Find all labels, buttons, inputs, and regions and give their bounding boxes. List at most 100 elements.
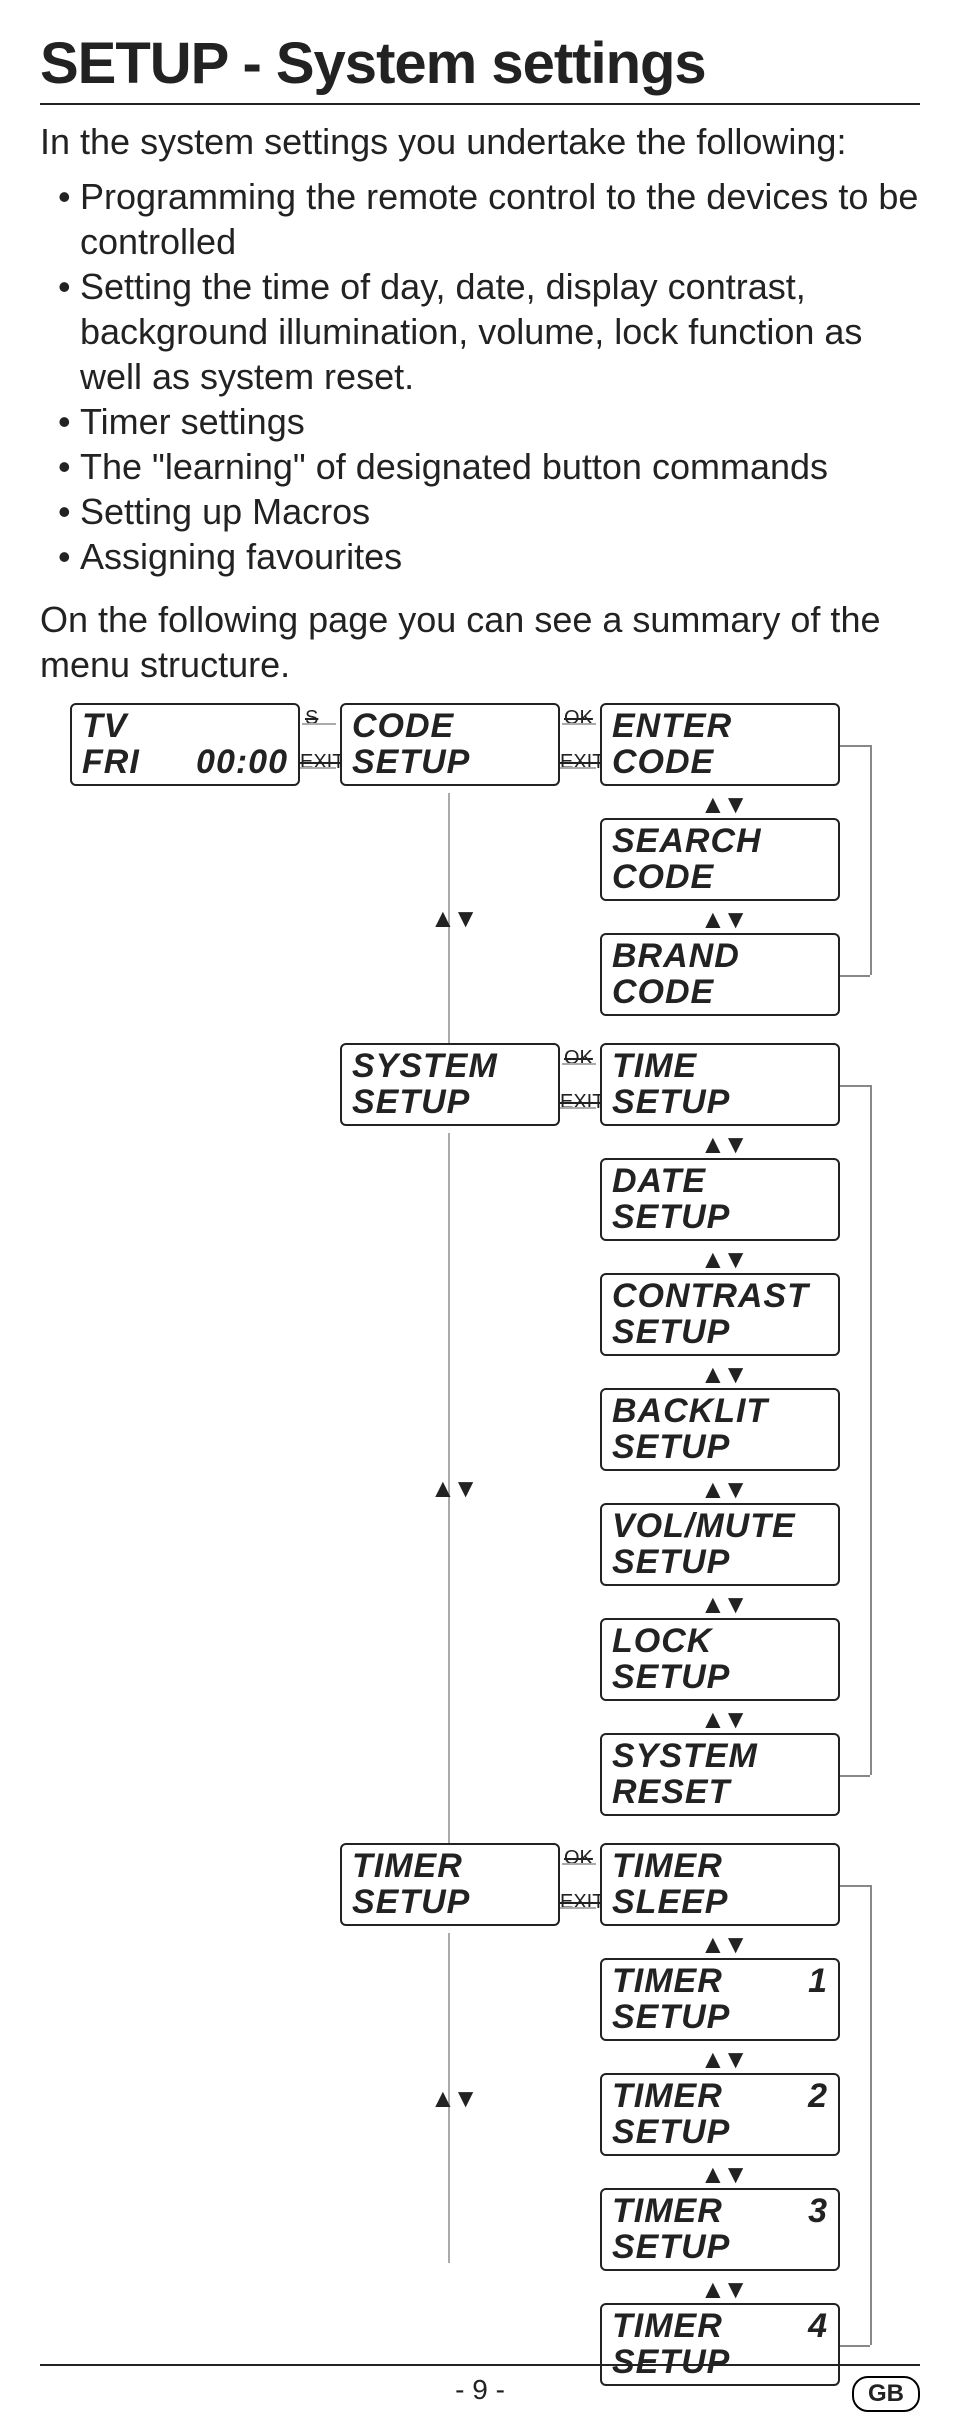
- lcd-l1: SEARCH: [612, 824, 762, 860]
- lcd-l2: RESET: [612, 1775, 730, 1811]
- lcd-backlit-setup: BACKLIT SETUP: [600, 1388, 840, 1471]
- footer-rule: [40, 2364, 920, 2366]
- arrow: [560, 1907, 596, 1909]
- lcd-timer-4: TIMER 4 SETUP: [600, 2303, 840, 2386]
- return-line: [840, 745, 870, 747]
- lcd-l1: TIMER: [612, 2194, 723, 2230]
- lcd-l2: SETUP: [612, 2230, 730, 2266]
- lcd-l1: TIMER: [612, 1964, 723, 2000]
- lcd-contrast-setup: CONTRAST SETUP: [600, 1273, 840, 1356]
- updown-icon: ▲▼: [700, 1359, 740, 1390]
- intro-text: In the system settings you undertake the…: [40, 119, 920, 164]
- lcd-timer-1: TIMER 1 SETUP: [600, 1958, 840, 2041]
- lcd-system-setup: SYSTEM SETUP: [340, 1043, 560, 1126]
- return-line: [840, 975, 870, 977]
- lcd-l1: LOCK: [612, 1624, 712, 1660]
- lcd-l1: BACKLIT: [612, 1394, 768, 1430]
- lcd-l2: SETUP: [612, 1545, 730, 1581]
- lcd-l1: DATE: [612, 1164, 706, 1200]
- page-number: - 9 -: [455, 2374, 505, 2406]
- timer-number: 4: [778, 2309, 828, 2345]
- lcd-l1: BRAND: [612, 939, 740, 975]
- return-line: [870, 745, 872, 975]
- lcd-l1: TIMER: [612, 2309, 723, 2345]
- lcd-time-setup: TIME SETUP: [600, 1043, 840, 1126]
- updown-icon: ▲▼: [700, 1244, 740, 1275]
- arrow: [562, 723, 596, 725]
- lcd-l1: SYSTEM: [612, 1739, 758, 1775]
- lcd-l1: CONTRAST: [612, 1279, 809, 1315]
- lcd-l2: SETUP: [612, 2115, 730, 2151]
- lcd-l2: SETUP: [612, 2000, 730, 2036]
- lcd-l2: SETUP: [612, 2345, 730, 2381]
- lcd-timer-2: TIMER2 SETUP: [600, 2073, 840, 2156]
- menu-diagram: TV FRI 00:00 S EXIT CODE SETUP OK EXIT E…: [40, 703, 920, 2403]
- timer-number: 1: [778, 1964, 828, 2000]
- updown-icon: ▲▼: [430, 2083, 470, 2114]
- arrow: [560, 1107, 596, 1109]
- lcd-l2: SETUP: [612, 1660, 730, 1696]
- lcd-timer-sleep: TIMER SLEEP: [600, 1843, 840, 1926]
- updown-icon: ▲▼: [430, 903, 470, 934]
- return-line: [870, 1885, 872, 2345]
- timer-number: 2: [778, 2079, 828, 2115]
- lcd-l2: SETUP: [352, 1085, 470, 1121]
- lcd-l1: TIME: [612, 1049, 697, 1085]
- root-l1: TV: [82, 709, 127, 745]
- lcd-l1: SYSTEM: [352, 1049, 498, 1085]
- return-line: [870, 1085, 872, 1775]
- lcd-l2: SLEEP: [612, 1885, 728, 1921]
- lcd-l2: SETUP: [612, 1200, 730, 1236]
- arrow-label-ok: OK: [564, 1847, 593, 1870]
- updown-icon: ▲▼: [700, 2274, 740, 2305]
- lcd-l2: SETUP: [612, 1430, 730, 1466]
- updown-icon: ▲▼: [700, 2044, 740, 2075]
- lcd-l1: TIMER: [352, 1849, 463, 1885]
- lcd-timer-3: TIMER 3 SETUP: [600, 2188, 840, 2271]
- bullet-list: Programming the remote control to the de…: [40, 174, 920, 579]
- lcd-search-code: SEARCH CODE: [600, 818, 840, 901]
- arrow: [562, 1063, 596, 1065]
- lcd-l2: CODE: [612, 745, 714, 781]
- lcd-l1: CODE: [352, 709, 454, 745]
- updown-icon: ▲▼: [700, 2159, 740, 2190]
- arrow-label-exit: EXIT: [560, 751, 604, 774]
- lcd-code-setup: CODE SETUP: [340, 703, 560, 786]
- updown-icon: ▲▼: [700, 1589, 740, 1620]
- header-rule: [40, 103, 920, 105]
- arrow-label-ok: OK: [564, 707, 593, 730]
- updown-icon: ▲▼: [700, 1929, 740, 1960]
- lcd-l2: CODE: [612, 860, 714, 896]
- root-day: FRI: [82, 745, 140, 781]
- arrow-label-exit: EXIT: [560, 1091, 604, 1114]
- return-line: [840, 2345, 870, 2347]
- arrow: [300, 767, 336, 769]
- list-item: Setting the time of day, date, display c…: [58, 264, 920, 399]
- lcd-l2: SETUP: [612, 1085, 730, 1121]
- page-title: SETUP - System settings: [40, 30, 920, 97]
- return-line: [840, 1775, 870, 1777]
- arrow: [302, 723, 336, 725]
- list-item: Setting up Macros: [58, 489, 920, 534]
- timer-number: 3: [778, 2194, 828, 2230]
- list-item: Programming the remote control to the de…: [58, 174, 920, 264]
- lcd-l1: VOL/MUTE: [612, 1509, 796, 1545]
- arrow-label-s: S: [305, 707, 318, 730]
- lcd-timer-setup: TIMER SETUP: [340, 1843, 560, 1926]
- lcd-date-setup: DATE SETUP: [600, 1158, 840, 1241]
- root-time: 00:00: [196, 745, 288, 781]
- updown-icon: ▲▼: [700, 1704, 740, 1735]
- list-item: Assigning favourites: [58, 534, 920, 579]
- return-line: [840, 1885, 870, 1887]
- lcd-l2: SETUP: [352, 1885, 470, 1921]
- lcd-l2: SETUP: [352, 745, 470, 781]
- lcd-enter-code: ENTER CODE: [600, 703, 840, 786]
- outro-text: On the following page you can see a summ…: [40, 597, 920, 687]
- language-badge: GB: [852, 2376, 920, 2412]
- arrow-label-exit: EXIT: [300, 751, 344, 774]
- list-item: Timer settings: [58, 399, 920, 444]
- lcd-l1: ENTER: [612, 709, 732, 745]
- lcd-l1: TIMER: [612, 1849, 723, 1885]
- updown-icon: ▲▼: [700, 1129, 740, 1160]
- arrow-label-ok: OK: [564, 1047, 593, 1070]
